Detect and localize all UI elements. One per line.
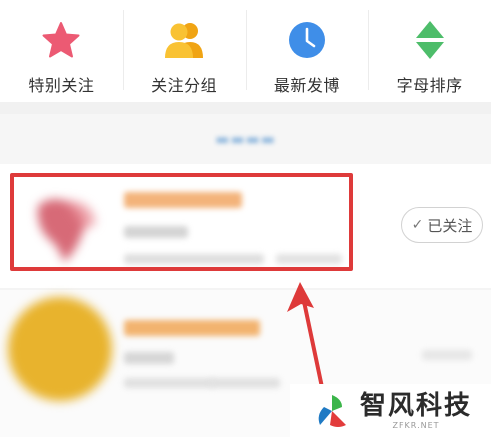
watermark-name: 智风科技 bbox=[360, 390, 473, 421]
leaf-logo-icon bbox=[318, 394, 346, 427]
watermark-logo: 智风科技 ZFKR.NET bbox=[290, 384, 491, 437]
arrow-annotation bbox=[287, 282, 325, 394]
watermark-url: ZFKR.NET bbox=[392, 420, 440, 430]
